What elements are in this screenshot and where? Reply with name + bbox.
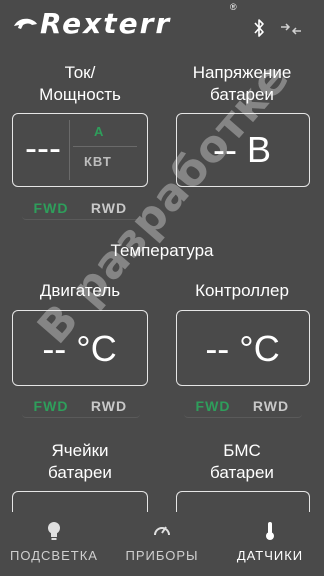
brand-logo: Rexterr xyxy=(12,8,171,40)
bottom-navigation: ПОДСВЕТКА ПРИБОРЫ ДАТЧИКИ xyxy=(0,512,324,576)
unit-kw: КВТ xyxy=(84,154,112,169)
bms-label-line2: батареи xyxy=(210,463,274,482)
battery-voltage-label-line1: Напряжение xyxy=(192,63,292,82)
app-header: Rexterr ® xyxy=(0,0,324,52)
bms-label-line1: БМС xyxy=(223,441,261,460)
power-label-line2: Мощность xyxy=(39,85,121,104)
controller-temp-display: -- °C xyxy=(176,310,310,386)
bluetooth-icon[interactable] xyxy=(252,18,266,38)
power-value: --- xyxy=(25,127,61,168)
rwd-option[interactable]: RWD xyxy=(80,398,138,414)
divider xyxy=(73,146,137,147)
registered-mark: ® xyxy=(230,2,237,12)
nav-item-instruments[interactable]: ПРИБОРЫ xyxy=(108,512,216,576)
lightbulb-icon xyxy=(48,522,60,540)
motor-temp-label: Двигатель xyxy=(39,281,121,300)
controller-temp-label: Контроллер xyxy=(195,281,289,300)
power-label-line1: Ток/ xyxy=(64,63,96,82)
connection-arrows-icon[interactable] xyxy=(280,22,302,36)
motor-temp-value: -- °C xyxy=(42,328,117,369)
lizard-logo-icon xyxy=(14,18,37,29)
unit-amp: A xyxy=(94,124,104,139)
power-display: --- A КВТ xyxy=(12,113,148,187)
nav-label-sensors: ДАТЧИКИ xyxy=(236,548,304,563)
battery-cells-label-line1: Ячейки xyxy=(51,441,109,460)
battery-cells-label-line2: батареи xyxy=(48,463,112,482)
nav-label-lighting: ПОДСВЕТКА xyxy=(10,548,98,563)
fwd-option[interactable]: FWD xyxy=(184,398,242,414)
fwd-option[interactable]: FWD xyxy=(22,200,80,216)
divider xyxy=(69,120,70,180)
battery-voltage-display: -- В xyxy=(176,113,310,187)
battery-voltage-label-line2: батареи xyxy=(210,85,274,104)
direction-toggle-power[interactable]: FWD RWD xyxy=(22,196,140,220)
fwd-option[interactable]: FWD xyxy=(22,398,80,414)
temperature-section-title: Температура xyxy=(110,241,214,260)
direction-toggle-motor[interactable]: FWD RWD xyxy=(22,394,140,418)
controller-temp-value: -- °C xyxy=(205,328,280,369)
direction-toggle-controller[interactable]: FWD RWD xyxy=(184,394,302,418)
brand-name: Rexterr xyxy=(40,7,172,40)
power-label: Ток/ Мощность xyxy=(12,62,148,106)
nav-item-sensors[interactable]: ДАТЧИКИ xyxy=(216,512,324,576)
battery-voltage-label: Напряжение батареи xyxy=(174,62,310,106)
battery-voltage-value: -- В xyxy=(213,129,271,170)
bms-label: БМС батареи xyxy=(174,440,310,484)
rwd-option[interactable]: RWD xyxy=(242,398,300,414)
motor-temp-display: -- °C xyxy=(12,310,148,386)
rwd-option[interactable]: RWD xyxy=(80,200,138,216)
nav-item-lighting[interactable]: ПОДСВЕТКА xyxy=(0,512,108,576)
thermometer-icon xyxy=(266,522,274,540)
nav-label-instruments: ПРИБОРЫ xyxy=(125,548,199,563)
gauge-icon xyxy=(154,526,170,536)
battery-cells-label: Ячейки батареи xyxy=(12,440,148,484)
